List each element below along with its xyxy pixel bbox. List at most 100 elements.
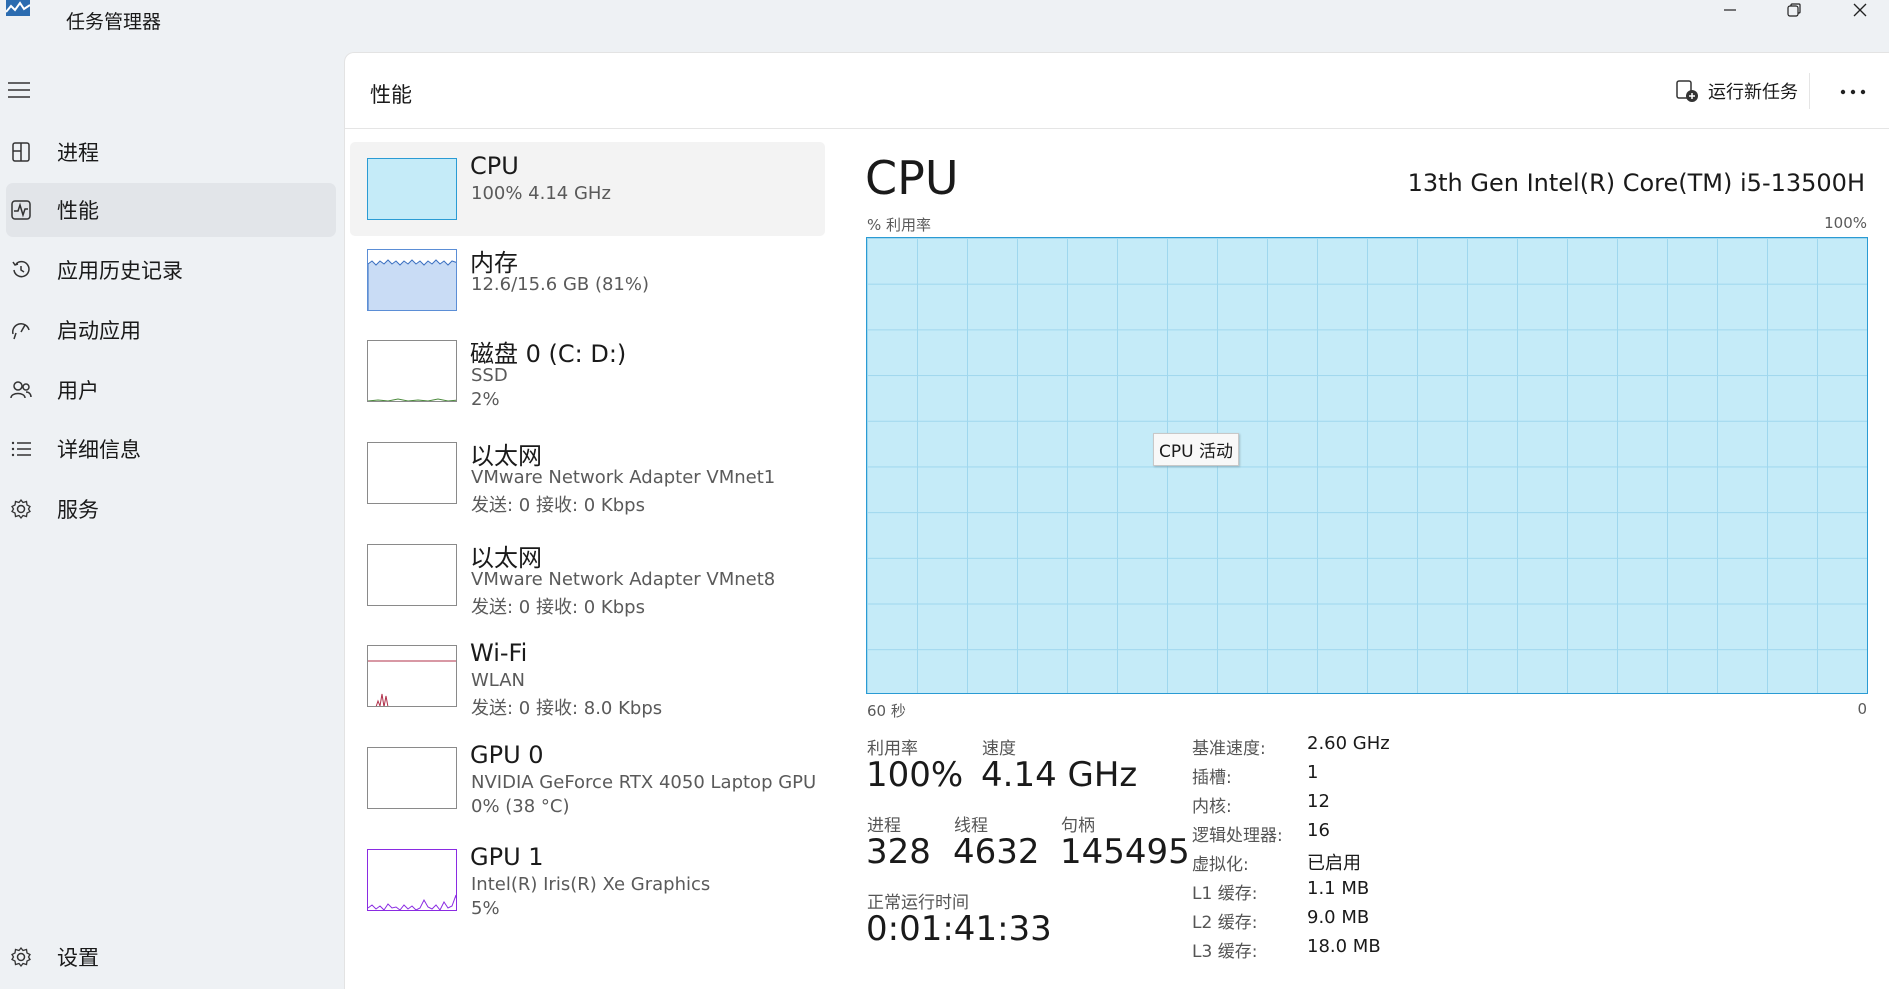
sidebar-item-settings[interactable]: 设置 xyxy=(6,930,336,984)
sidebar-item-label: 详细信息 xyxy=(57,438,141,462)
window-title: 任务管理器 xyxy=(66,11,162,33)
graph-x-right-label: 0 xyxy=(1857,700,1867,718)
hamburger-menu-icon[interactable] xyxy=(6,80,32,100)
minimize-button[interactable] xyxy=(1700,0,1760,20)
services-icon xyxy=(8,496,34,522)
more-options-button[interactable] xyxy=(1833,77,1873,107)
resource-name: CPU xyxy=(470,152,519,180)
memory-thumbnail-graph xyxy=(367,249,457,311)
sidebar-item-processes[interactable]: 进程 xyxy=(6,125,336,179)
sidebar-item-label: 启动应用 xyxy=(57,319,141,343)
restore-icon xyxy=(1787,3,1801,17)
graph-tooltip: CPU 活动 xyxy=(1153,433,1239,466)
header-divider xyxy=(1809,73,1810,109)
resource-name: 磁盘 0 (C: D:) xyxy=(470,340,627,368)
cpu-utilization-graph[interactable]: CPU 活动 xyxy=(866,237,1868,694)
resource-detail-2: 发送: 0 接收: 0 Kbps xyxy=(471,495,645,516)
info-key: L2 缓存: xyxy=(1192,913,1258,933)
info-value: 2.60 GHz xyxy=(1307,733,1390,754)
details-icon xyxy=(8,436,34,462)
resource-detail-2: 2% xyxy=(471,389,500,410)
restore-button[interactable] xyxy=(1764,0,1824,20)
graph-x-left-label: 60 秒 xyxy=(867,702,906,720)
sidebar-item-users[interactable]: 用户 xyxy=(6,363,336,417)
info-value: 已启用 xyxy=(1307,853,1361,874)
info-value: 9.0 MB xyxy=(1307,907,1370,928)
speed-value: 4.14 GHz xyxy=(981,755,1138,795)
resource-item-wifi[interactable]: Wi-Fi WLAN 发送: 0 接收: 8.0 Kbps xyxy=(350,629,825,723)
sidebar-item-services[interactable]: 服务 xyxy=(6,482,336,536)
sidebar-item-label: 应用历史记录 xyxy=(57,259,183,283)
info-key: 内核: xyxy=(1192,797,1232,817)
close-button[interactable] xyxy=(1830,0,1889,20)
resource-detail: WLAN xyxy=(471,670,526,691)
info-value: 1 xyxy=(1307,762,1319,783)
info-key: L3 缓存: xyxy=(1192,942,1258,962)
resource-detail-2: 5% xyxy=(471,898,500,919)
sidebar-item-label: 性能 xyxy=(57,199,99,223)
sidebar-item-label: 服务 xyxy=(57,498,99,522)
run-new-task-icon xyxy=(1676,80,1698,102)
graph-y-axis-label: % 利用率 xyxy=(867,216,932,234)
info-key: 虚拟化: xyxy=(1192,855,1249,875)
sidebar-item-label: 设置 xyxy=(57,946,99,970)
sidebar-item-label: 用户 xyxy=(57,379,99,403)
performance-icon xyxy=(8,197,34,223)
resource-detail-2: 0% (38 °C) xyxy=(471,796,570,817)
resource-name: Wi-Fi xyxy=(470,639,528,667)
sidebar-item-details[interactable]: 详细信息 xyxy=(6,422,336,476)
info-value: 1.1 MB xyxy=(1307,878,1370,899)
ethernet-thumbnail-graph xyxy=(367,544,457,606)
resource-item-gpu1[interactable]: GPU 1 Intel(R) Iris(R) Xe Graphics 5% xyxy=(350,833,825,927)
resource-item-gpu0[interactable]: GPU 0 NVIDIA GeForce RTX 4050 Laptop GPU… xyxy=(350,731,825,825)
title-bar: 任务管理器 xyxy=(0,0,1889,52)
page-header: 性能 运行新任务 xyxy=(345,53,1889,129)
info-key: L1 缓存: xyxy=(1192,884,1258,904)
resource-item-cpu[interactable]: CPU 100% 4.14 GHz xyxy=(350,142,825,236)
resource-name: 内存 xyxy=(470,249,518,277)
resource-detail: SSD xyxy=(471,365,508,386)
info-key: 逻辑处理器: xyxy=(1192,826,1283,846)
sidebar: 进程 性能 应用历史记录 启动应用 用户 详细信息 服务 设置 xyxy=(0,52,344,989)
info-value: 12 xyxy=(1307,791,1330,812)
detail-title: CPU xyxy=(865,151,959,205)
resource-name: 以太网 xyxy=(470,442,542,470)
resource-detail: Intel(R) Iris(R) Xe Graphics xyxy=(471,874,711,895)
run-new-task-label: 运行新任务 xyxy=(1708,82,1798,103)
users-icon xyxy=(8,377,34,403)
close-icon xyxy=(1853,3,1867,17)
wifi-thumbnail-graph xyxy=(367,645,457,707)
threads-value: 4632 xyxy=(953,832,1040,872)
cpu-thumbnail-graph xyxy=(367,158,457,220)
ethernet-thumbnail-graph xyxy=(367,442,457,504)
info-value: 18.0 MB xyxy=(1307,936,1381,957)
resource-item-ethernet-vmnet1[interactable]: 以太网 VMware Network Adapter VMnet1 发送: 0 … xyxy=(350,426,825,520)
task-manager-app-icon xyxy=(6,0,30,16)
sidebar-item-app-history[interactable]: 应用历史记录 xyxy=(6,243,336,297)
gpu1-thumbnail-graph xyxy=(367,849,457,911)
run-new-task-button[interactable]: 运行新任务 xyxy=(1675,78,1798,104)
resource-item-disk[interactable]: 磁盘 0 (C: D:) SSD 2% xyxy=(350,324,825,418)
resource-detail: 100% 4.14 GHz xyxy=(471,183,611,204)
startup-icon xyxy=(8,317,34,343)
sidebar-item-label: 进程 xyxy=(57,141,99,165)
resource-detail-2: 发送: 0 接收: 8.0 Kbps xyxy=(471,698,663,719)
processes-icon xyxy=(8,139,34,165)
sidebar-item-performance[interactable]: 性能 xyxy=(6,183,336,237)
more-options-icon xyxy=(1840,89,1866,95)
cpu-model-name: 13th Gen Intel(R) Core(TM) i5-13500H xyxy=(1407,169,1865,197)
sidebar-item-startup-apps[interactable]: 启动应用 xyxy=(6,303,336,357)
resource-item-ethernet-vmnet8[interactable]: 以太网 VMware Network Adapter VMnet8 发送: 0 … xyxy=(350,528,825,622)
resource-detail: VMware Network Adapter VMnet8 xyxy=(471,569,776,590)
resource-detail: 12.6/15.6 GB (81%) xyxy=(471,274,650,295)
resource-name: GPU 0 xyxy=(470,741,544,769)
info-value: 16 xyxy=(1307,820,1330,841)
processes-value: 328 xyxy=(866,832,931,872)
resource-detail-2: 发送: 0 接收: 0 Kbps xyxy=(471,597,645,618)
handles-value: 145495 xyxy=(1060,832,1190,872)
history-icon xyxy=(8,257,34,283)
minimize-icon xyxy=(1724,9,1736,11)
resource-item-memory[interactable]: 内存 12.6/15.6 GB (81%) xyxy=(350,233,825,327)
resource-detail: NVIDIA GeForce RTX 4050 Laptop GPU xyxy=(471,772,817,793)
resource-detail: VMware Network Adapter VMnet1 xyxy=(471,467,776,488)
